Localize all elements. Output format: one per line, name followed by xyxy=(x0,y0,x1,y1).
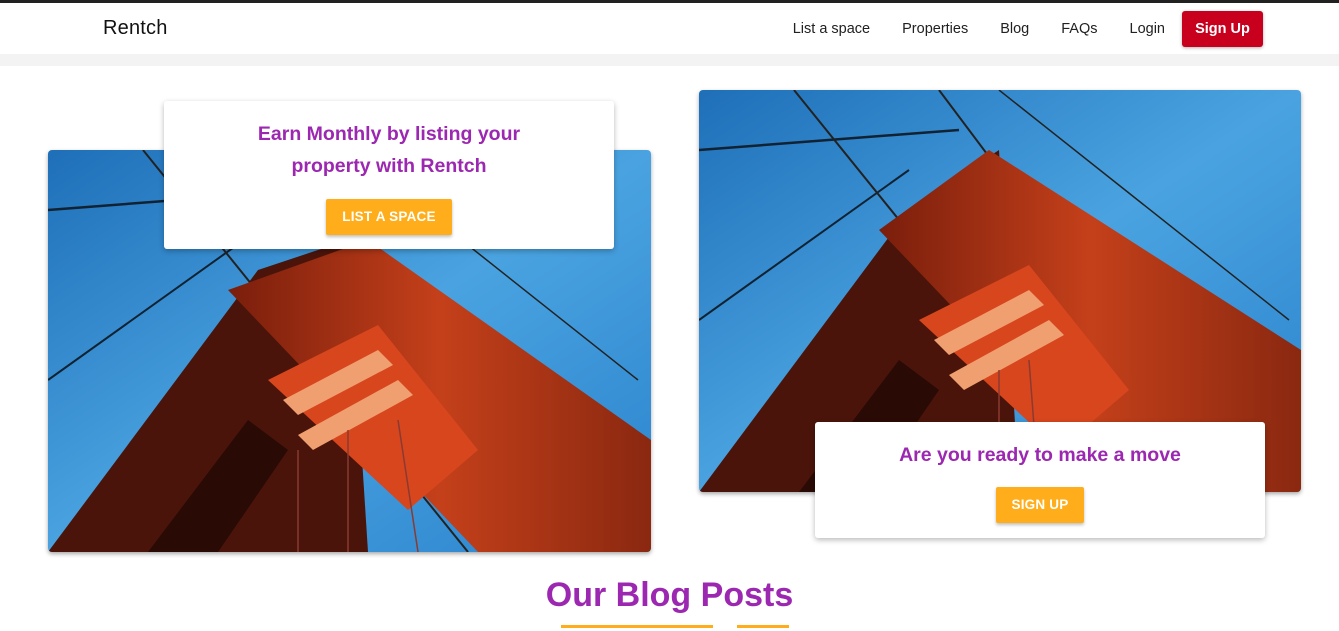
heading-underline-short xyxy=(737,625,789,628)
signup-cta-button[interactable]: SIGN UP xyxy=(995,487,1085,523)
nav-link-login[interactable]: Login xyxy=(1130,21,1165,37)
nav-link-blog[interactable]: Blog xyxy=(1000,21,1029,37)
nav-link-faqs[interactable]: FAQs xyxy=(1061,21,1097,37)
nav-divider xyxy=(0,54,1339,66)
brand-logo[interactable]: Rentch xyxy=(103,17,168,40)
list-a-space-button[interactable]: LIST A SPACE xyxy=(326,199,452,235)
nav-link-properties[interactable]: Properties xyxy=(902,21,968,37)
nav-links: List a space Properties Blog FAQs Login … xyxy=(793,11,1263,47)
heading-underline xyxy=(561,625,713,628)
promo-card-signup: Are you ready to make a move SIGN UP xyxy=(815,422,1265,538)
navbar: Rentch List a space Properties Blog FAQs… xyxy=(0,3,1339,54)
signup-button[interactable]: Sign Up xyxy=(1182,11,1263,47)
promo-title-list-space: Earn Monthly by listing your property wi… xyxy=(257,123,521,177)
promo-title-signup: Are you ready to make a move xyxy=(899,444,1181,466)
blog-heading: Our Blog Posts xyxy=(545,576,794,614)
nav-link-list-a-space[interactable]: List a space xyxy=(793,21,870,37)
promo-card-list-space: Earn Monthly by listing your property wi… xyxy=(164,101,614,249)
